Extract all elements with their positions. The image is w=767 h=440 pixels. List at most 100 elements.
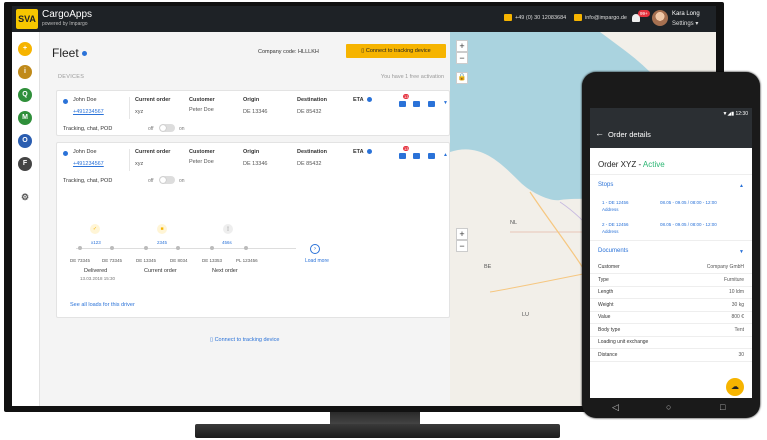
load-more-link[interactable]: Load more [305,258,329,264]
detail-value: 800 € [731,314,744,320]
android-recents-icon[interactable]: □ [720,402,725,412]
nav-app-3[interactable]: M [18,111,32,125]
upload-fab[interactable]: ☁ [726,378,744,396]
mail-icon [574,14,582,21]
divider [129,97,130,119]
user-name[interactable]: Kara Long [672,11,700,17]
nav-app-1[interactable]: i [18,65,32,79]
stop-place: DE 73345 [70,258,91,263]
zoom-out-button-lower[interactable]: − [456,240,468,252]
order-title: Order XYZ - [598,160,643,169]
driver-phone[interactable]: +491234567 [73,161,104,167]
divider [129,149,130,171]
nav-app-5[interactable]: F [18,157,32,171]
document-icon: ▯ [223,224,233,234]
status-dot [63,99,68,104]
info-icon[interactable] [81,51,87,57]
lock-icon[interactable]: 🔒 [456,72,468,84]
chat-icon[interactable] [399,101,406,107]
divider [590,348,752,349]
zoom-in-button-lower[interactable]: + [456,228,468,240]
chat-icon[interactable] [399,153,406,159]
timeline-dot [244,246,248,250]
documents-section[interactable]: Documents [598,248,628,254]
connect-tracking-link[interactable]: ▯ Connect to tracking device [210,337,279,343]
toggle-off-label: off [148,178,154,184]
detail-value: Furniture [723,276,744,283]
left-nav: + i Q M O F ⚙ [12,32,40,406]
chevron-down-icon[interactable]: ▼ [443,100,448,106]
detail-key: Customer [598,264,620,270]
tracking-toggle[interactable] [159,124,175,132]
map-label-lu: LU [522,312,530,318]
stop-status: Next order [212,268,238,274]
detail-value: 30 [738,351,744,358]
chevron-right-icon[interactable]: › [310,244,320,254]
nav-app-4[interactable]: O [18,134,32,148]
detail-key: Weight [598,301,614,308]
stop-address[interactable]: Address [602,207,619,212]
fleet-panel: Fleet Company code: HLLLKH ▯ Connect to … [40,32,450,406]
col-current-order: Current order [135,97,171,103]
stops-section[interactable]: Stops [598,182,613,188]
fleet-title-text: Fleet [52,46,79,60]
destination-value: DE 85432 [297,109,322,115]
driver-name: John Doe [73,97,97,103]
stop-time: 08.05 - 09.05 / 08:00 - 12:00 [660,200,717,205]
support-phone[interactable]: +49 (0) 30 12083684 [515,15,566,21]
zoom-in-button[interactable]: + [456,40,468,52]
divider [590,240,752,241]
col-customer: Customer [189,97,215,103]
order-status: Active [642,160,665,169]
message-count-badge: 13 [403,146,410,151]
stop-ref[interactable]: 456s [222,240,232,245]
phone-frame: ▼◢▮ 12:30 ← Order details Order XYZ - Ac… [582,72,760,418]
tracking-label: Tracking, chat, POD [63,126,113,132]
col-current-order: Current order [135,149,171,155]
detail-value: Tent [734,326,744,333]
info-icon[interactable] [366,97,372,103]
support-email[interactable]: info@impargo.de [585,15,627,21]
toggle-off-label: off [148,126,154,132]
chevron-down-icon[interactable]: ▼ [739,249,744,255]
driver-phone[interactable]: +491234567 [73,109,104,115]
free-activation-note: You have 1 free activation [380,74,444,80]
origin-value: DE 13346 [243,109,268,115]
person-icon[interactable] [428,153,435,159]
person-icon[interactable] [428,101,435,107]
connect-link-label: Connect to tracking device [214,337,280,343]
avatar[interactable] [652,10,668,26]
stop-name[interactable]: 1 - DE 12456 [602,200,629,205]
folder-icon[interactable] [413,101,420,107]
connect-tracking-button[interactable]: ▯ Connect to tracking device [346,44,446,58]
tracking-toggle[interactable] [159,176,175,184]
settings-menu[interactable]: Settings ▾ [672,20,698,27]
android-back-icon[interactable]: ◁ [612,402,619,413]
chevron-up-icon[interactable]: ▲ [443,152,448,158]
col-origin: Origin [243,149,260,155]
stop-ref[interactable]: x123 [91,240,101,245]
stop-name[interactable]: 2 - DE 12456 [602,222,629,227]
divider [590,360,752,362]
android-home-icon[interactable]: ○ [666,402,671,412]
phone-icon [504,14,512,21]
device-card[interactable]: John Doe +491234567 Current order xyz Cu… [56,90,450,136]
divider [590,174,752,175]
monitor-stand [330,412,420,424]
info-icon[interactable] [366,149,372,155]
zoom-out-button[interactable]: − [456,52,468,64]
back-arrow-icon[interactable]: ← [595,128,604,138]
device-card[interactable]: John Doe +491234567 Current order xyz Cu… [56,142,450,318]
company-code: Company code: HLLLKH [258,49,319,55]
nav-app-0[interactable]: + [18,42,32,56]
stop-address[interactable]: Address [602,229,619,234]
stop-status: Delivered [84,268,108,274]
stop-ref[interactable]: 2345 [157,240,167,245]
detail-key: Value [598,314,611,320]
see-all-loads-link[interactable]: See all loads for this driver [70,302,135,308]
gears-icon[interactable]: ⚙ [18,190,32,204]
chevron-up-icon[interactable]: ▲ [739,183,744,189]
nav-app-2[interactable]: Q [18,88,32,102]
folder-icon[interactable] [413,153,420,159]
timeline-dot [110,246,114,250]
